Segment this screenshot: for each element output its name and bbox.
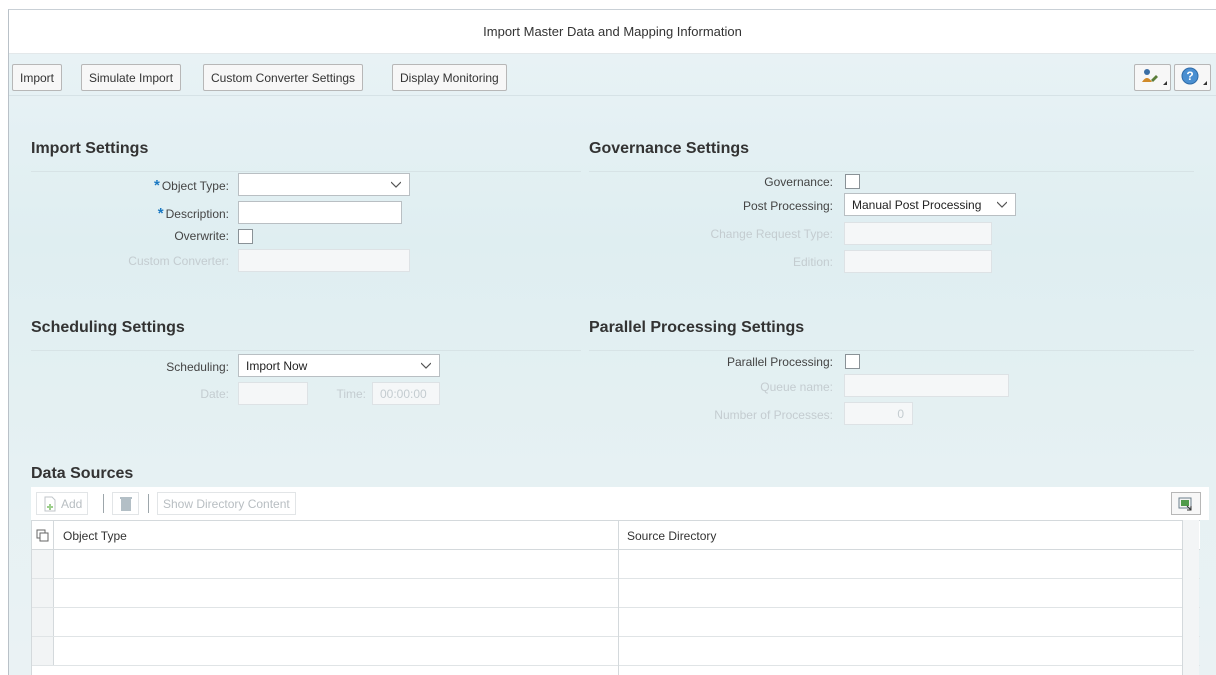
window-title-bar: Import Master Data and Mapping Informati… bbox=[9, 10, 1216, 54]
edition-field bbox=[844, 250, 992, 273]
scheduling-settings-divider bbox=[31, 350, 581, 351]
help-icon: ? bbox=[1181, 67, 1199, 88]
queue-name-field bbox=[844, 374, 1009, 397]
edition-label: Edition: bbox=[792, 255, 833, 269]
description-field[interactable] bbox=[238, 201, 402, 224]
custom-converter-field bbox=[238, 249, 410, 272]
parallel-processing-label: Parallel Processing: bbox=[726, 355, 833, 369]
parallel-processing-checkbox[interactable] bbox=[845, 354, 860, 369]
table-scrollbar[interactable] bbox=[1182, 520, 1199, 675]
parallel-processing-divider bbox=[589, 350, 1194, 351]
object-type-label: * Object Type: bbox=[154, 177, 229, 194]
row-selector[interactable] bbox=[32, 608, 54, 636]
governance-label: Governance: bbox=[764, 175, 833, 189]
required-marker: * bbox=[154, 177, 160, 194]
custom-converter-settings-button[interactable]: Custom Converter Settings bbox=[203, 64, 364, 91]
chevron-down-icon bbox=[997, 201, 1007, 208]
app-window: Import Master Data and Mapping Informati… bbox=[8, 9, 1216, 675]
import-button[interactable]: Import bbox=[12, 64, 63, 91]
scheduling-settings-title: Scheduling Settings bbox=[31, 319, 185, 336]
scheduling-select[interactable]: Import Now bbox=[238, 354, 440, 377]
import-settings-divider bbox=[31, 171, 581, 172]
overwrite-checkbox[interactable] bbox=[238, 229, 253, 244]
export-button[interactable] bbox=[1171, 492, 1201, 515]
parallel-processing-settings-title: Parallel Processing Settings bbox=[589, 319, 805, 336]
data-sources-title: Data Sources bbox=[31, 465, 134, 482]
custom-converter-label: Custom Converter: bbox=[128, 254, 229, 268]
number-of-processes-field: 0 bbox=[844, 402, 913, 425]
chevron-down-icon bbox=[421, 362, 431, 369]
row-selector[interactable] bbox=[32, 550, 54, 578]
table-row[interactable] bbox=[32, 637, 1200, 666]
trash-icon bbox=[119, 496, 132, 511]
time-field: 00:00:00 bbox=[372, 382, 440, 405]
table-row[interactable] bbox=[32, 550, 1200, 579]
row-selector[interactable] bbox=[32, 637, 54, 665]
select-all-cell[interactable] bbox=[32, 521, 54, 549]
import-settings-title: Import Settings bbox=[31, 140, 149, 157]
add-document-icon bbox=[44, 496, 56, 511]
toolbar-separator bbox=[148, 494, 149, 513]
queue-name-label: Queue name: bbox=[760, 380, 833, 394]
time-label: Time: bbox=[336, 387, 366, 401]
description-label: * Description: bbox=[157, 205, 229, 222]
required-marker: * bbox=[157, 205, 164, 222]
column-header-object-type[interactable]: Object Type bbox=[55, 521, 618, 550]
scheduling-label: Scheduling: bbox=[166, 360, 229, 374]
row-selector[interactable] bbox=[32, 579, 54, 607]
simulate-import-button[interactable]: Simulate Import bbox=[81, 64, 182, 91]
add-button[interactable]: Add bbox=[36, 492, 89, 515]
chevron-down-icon bbox=[391, 181, 401, 188]
object-type-select[interactable] bbox=[238, 173, 410, 196]
user-settings-icon bbox=[1141, 68, 1159, 87]
data-sources-table: Object Type Source Directory bbox=[31, 520, 1200, 675]
governance-settings-divider bbox=[589, 171, 1194, 172]
overwrite-label: Overwrite: bbox=[174, 229, 229, 243]
change-request-type-label: Change Request Type: bbox=[710, 227, 833, 241]
toolbar-separator bbox=[103, 494, 104, 513]
date-field bbox=[238, 382, 308, 405]
display-monitoring-button[interactable]: Display Monitoring bbox=[392, 64, 507, 91]
table-row[interactable] bbox=[32, 579, 1200, 608]
post-processing-label: Post Processing: bbox=[742, 199, 833, 213]
number-of-processes-label: Number of Processes: bbox=[714, 408, 833, 422]
main-toolbar: Import Simulate Import Custom Converter … bbox=[9, 54, 1216, 96]
change-request-type-field bbox=[844, 222, 992, 245]
column-header-source-directory[interactable]: Source Directory bbox=[619, 521, 1184, 550]
svg-text:?: ? bbox=[1186, 69, 1193, 83]
date-label: Date: bbox=[200, 387, 229, 401]
select-all-icon bbox=[36, 529, 49, 542]
user-settings-button[interactable] bbox=[1134, 64, 1171, 91]
governance-settings-title: Governance Settings bbox=[589, 140, 750, 157]
table-header: Object Type Source Directory bbox=[32, 520, 1200, 550]
table-row[interactable] bbox=[32, 608, 1200, 637]
export-icon bbox=[1178, 497, 1192, 510]
window-title: Import Master Data and Mapping Informati… bbox=[483, 24, 742, 39]
show-directory-content-button[interactable]: Show Directory Content bbox=[157, 492, 296, 515]
column-divider bbox=[618, 520, 619, 675]
help-button[interactable]: ? bbox=[1174, 64, 1211, 91]
data-sources-toolbar: Add Show Directory Content bbox=[31, 487, 1209, 520]
governance-checkbox[interactable] bbox=[845, 174, 860, 189]
delete-button[interactable] bbox=[112, 492, 139, 515]
post-processing-select[interactable]: Manual Post Processing bbox=[844, 193, 1016, 216]
